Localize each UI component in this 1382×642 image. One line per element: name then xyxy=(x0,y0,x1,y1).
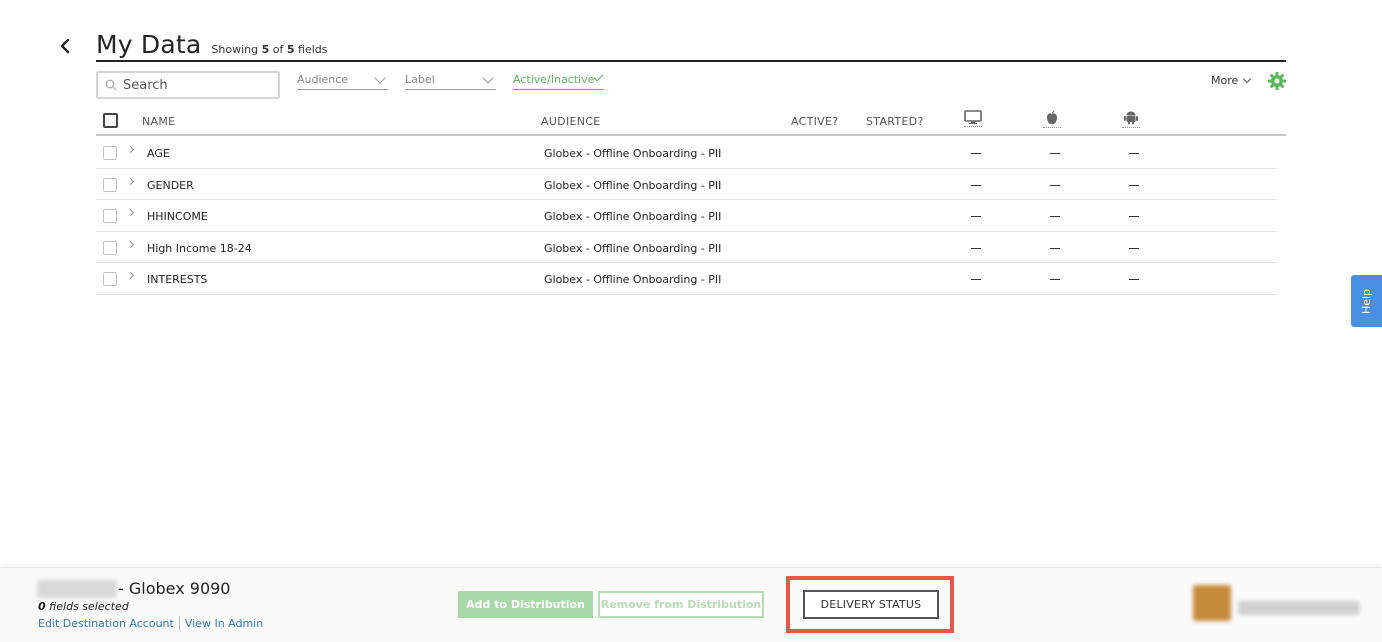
ios-status-dash xyxy=(1050,216,1060,217)
label-filter-label: Label xyxy=(405,73,435,86)
ios-status-dash xyxy=(1050,184,1060,186)
android-icon xyxy=(1121,110,1141,130)
showing-prefix: Showing xyxy=(211,43,259,56)
audience-filter-dropdown[interactable]: Audience xyxy=(297,72,388,90)
android-status-dash xyxy=(1129,153,1139,154)
title-divider xyxy=(96,60,1286,62)
desktop-status-dash xyxy=(971,216,981,217)
active-inactive-filter-label: Active/Inactive xyxy=(513,73,595,86)
chevron-right-icon[interactable] xyxy=(126,177,135,185)
row-name: HHINCOME xyxy=(147,210,208,223)
title-row: My Data Showing 5 of 5 fields xyxy=(96,30,328,59)
desktop-status-dash xyxy=(971,184,981,186)
view-in-admin-link[interactable]: View In Admin xyxy=(185,617,263,630)
showing-total: 5 xyxy=(286,43,295,56)
row-name: INTERESTS xyxy=(147,273,208,286)
footer-links: Edit Destination Account View In Admin xyxy=(38,616,263,630)
account-name: - Globex 9090 xyxy=(118,579,231,598)
fields-selected-text: 0 fields selected xyxy=(38,600,129,613)
link-divider xyxy=(178,616,180,630)
chevron-down-icon xyxy=(374,72,386,84)
row-audience: Globex - Offline Onboarding - PII xyxy=(544,147,722,160)
help-tab[interactable]: Help xyxy=(1351,275,1382,327)
row-checkbox[interactable] xyxy=(103,272,117,286)
chevron-down-icon xyxy=(482,72,494,84)
footer-bar: - Globex 9090 0 fields selected Edit Des… xyxy=(0,567,1382,642)
label-filter-dropdown[interactable]: Label xyxy=(405,72,496,90)
row-checkbox[interactable] xyxy=(103,146,117,160)
selected-suffix: fields selected xyxy=(49,600,129,613)
select-all-checkbox[interactable] xyxy=(103,113,118,128)
row-audience: Globex - Offline Onboarding - PII xyxy=(544,241,722,255)
android-status-dash xyxy=(1129,216,1139,217)
chevron-right-icon[interactable] xyxy=(126,271,135,280)
edit-destination-account-link[interactable]: Edit Destination Account xyxy=(38,617,174,630)
back-arrow-icon[interactable] xyxy=(57,36,75,56)
row-name: AGE xyxy=(147,147,170,160)
ios-status-dash xyxy=(1050,247,1060,249)
table-row[interactable]: AGE Globex - Offline Onboarding - PII xyxy=(96,137,1277,169)
showing-suffix: fields xyxy=(298,43,328,56)
desktop-status-dash xyxy=(971,247,981,249)
search-icon xyxy=(105,76,117,95)
android-status-dash xyxy=(1129,184,1139,186)
my-data-page: My Data Showing 5 of 5 fields Audience L… xyxy=(0,0,1382,642)
desktop-status-dash xyxy=(971,279,981,280)
column-header-started[interactable]: STARTED? xyxy=(866,115,924,128)
desktop-status-dash xyxy=(971,153,981,154)
more-menu-button[interactable]: More xyxy=(1211,74,1252,87)
table-row[interactable]: INTERESTS Globex - Offline Onboarding - … xyxy=(96,263,1277,295)
data-table-body: AGE Globex - Offline Onboarding - PII GE… xyxy=(96,137,1277,295)
delivery-status-button[interactable]: DELIVERY STATUS xyxy=(803,590,939,619)
desktop-icon xyxy=(963,110,983,130)
more-label: More xyxy=(1211,74,1239,87)
search-box[interactable] xyxy=(96,71,280,99)
showing-count: 5 xyxy=(261,43,270,56)
help-label: Help xyxy=(1359,288,1373,314)
row-checkbox[interactable] xyxy=(103,240,117,255)
row-name: High Income 18-24 xyxy=(147,241,252,255)
showing-count-text: Showing 5 of 5 fields xyxy=(211,43,327,56)
column-header-audience[interactable]: AUDIENCE xyxy=(541,115,601,128)
showing-of: of xyxy=(272,43,284,56)
row-checkbox[interactable] xyxy=(103,177,117,192)
chevron-right-icon[interactable] xyxy=(126,208,135,217)
ios-status-dash xyxy=(1050,153,1060,154)
chevron-right-icon[interactable] xyxy=(126,145,135,154)
selected-count: 0 xyxy=(38,600,46,613)
chevron-down-icon xyxy=(1243,74,1252,84)
row-audience: Globex - Offline Onboarding - PII xyxy=(544,210,722,223)
row-audience: Globex - Offline Onboarding - PII xyxy=(544,178,722,192)
gear-icon[interactable] xyxy=(1267,71,1287,91)
row-audience: Globex - Offline Onboarding - PII xyxy=(544,273,722,286)
column-header-active[interactable]: ACTIVE? xyxy=(791,115,838,128)
page-title: My Data xyxy=(96,30,202,59)
android-status-dash xyxy=(1129,247,1139,249)
add-to-distribution-button[interactable]: Add to Distribution xyxy=(458,591,593,618)
avatar[interactable] xyxy=(1193,585,1231,621)
chevron-right-icon[interactable] xyxy=(126,240,135,248)
table-row[interactable]: High Income 18-24 Globex - Offline Onboa… xyxy=(96,232,1277,263)
active-inactive-filter[interactable]: Active/Inactive xyxy=(513,71,604,90)
redacted-account-prefix xyxy=(37,580,117,598)
column-header-name[interactable]: NAME xyxy=(142,115,175,128)
table-row[interactable]: GENDER Globex - Offline Onboarding - PII xyxy=(96,169,1277,200)
row-name: GENDER xyxy=(147,178,194,192)
ios-status-dash xyxy=(1050,279,1060,280)
table-row[interactable]: HHINCOME Globex - Offline Onboarding - P… xyxy=(96,200,1277,232)
table-header: NAME AUDIENCE ACTIVE? STARTED? xyxy=(96,110,1286,136)
android-status-dash xyxy=(1129,279,1139,280)
row-checkbox[interactable] xyxy=(103,209,117,223)
remove-from-distribution-button[interactable]: Remove from Distribution xyxy=(598,591,764,618)
checkmark-icon xyxy=(593,71,604,82)
redacted-user-name xyxy=(1238,601,1360,615)
search-input[interactable] xyxy=(123,77,268,93)
audience-filter-label: Audience xyxy=(297,73,349,86)
apple-icon xyxy=(1042,110,1062,130)
